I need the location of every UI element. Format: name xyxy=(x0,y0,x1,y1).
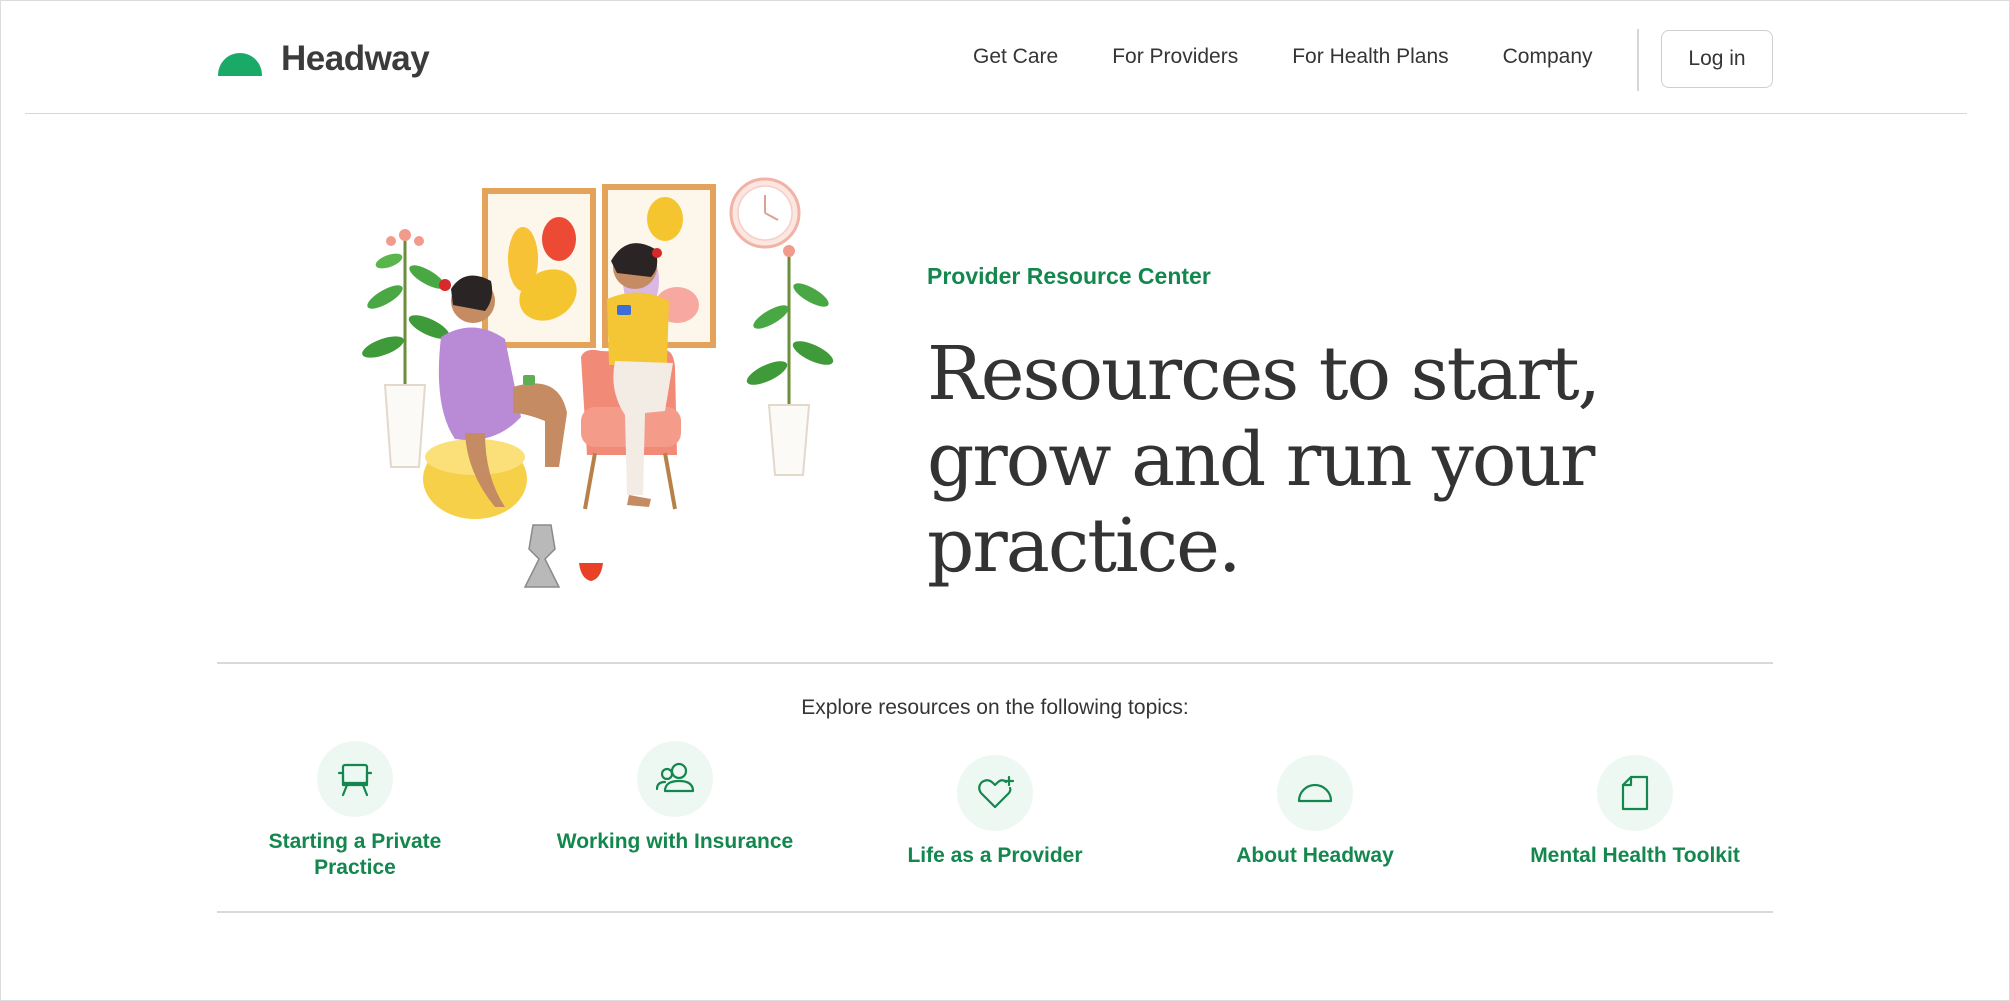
headway-logo-icon xyxy=(218,53,262,76)
nav-for-providers[interactable]: For Providers xyxy=(1112,45,1238,69)
document-icon xyxy=(1621,775,1649,811)
page-title: Resources to start, grow and run your pr… xyxy=(927,331,1601,589)
topics-heading: Explore resources on the following topic… xyxy=(801,696,1189,719)
headway-logo[interactable]: Headway xyxy=(217,39,430,79)
page: Headway Get Care For Providers For Healt… xyxy=(0,0,2010,1001)
nav-divider xyxy=(1637,29,1639,91)
topic-label: Life as a Provider xyxy=(907,844,1083,867)
login-button[interactable]: Log in xyxy=(1661,30,1773,88)
main-nav: Get Care For Providers For Health Plans … xyxy=(973,1,1647,113)
topic-mental-health-toolkit[interactable]: Mental Health Toolkit xyxy=(1515,755,1755,869)
armchair-icon xyxy=(337,763,373,797)
topic-label: Working with Insurance xyxy=(556,830,794,853)
right-plant xyxy=(746,245,834,476)
topic-label: About Headway xyxy=(1236,844,1394,867)
headway-dome-icon xyxy=(1297,783,1333,803)
armchair-icon-badge xyxy=(317,741,393,817)
people-icon xyxy=(655,762,695,793)
topic-working-with-insurance[interactable]: Working with Insurance xyxy=(555,741,795,855)
two-women-drinking-coffee-illustration xyxy=(362,177,834,588)
coffee-cup xyxy=(579,563,603,581)
topic-life-as-a-provider[interactable]: Life as a Provider xyxy=(875,755,1115,869)
provider-resource-center-eyebrow: Provider Resource Center xyxy=(927,263,1211,289)
topic-starting-private-practice[interactable]: Starting a Private Practice xyxy=(235,741,475,881)
nav-get-care[interactable]: Get Care xyxy=(973,45,1058,69)
moka-pot xyxy=(523,524,561,588)
wall-clock xyxy=(729,177,801,249)
site-header: Headway Get Care For Providers For Healt… xyxy=(25,1,1967,114)
people-icon-badge xyxy=(637,741,713,817)
heart-sparkle-icon-badge xyxy=(957,755,1033,831)
logo-text: Headway xyxy=(281,39,430,78)
heart-sparkle-icon xyxy=(978,775,1015,809)
topics-list: Starting a Private Practice Working with… xyxy=(217,741,1773,891)
section-divider-bottom xyxy=(217,911,1773,913)
headway-dome-icon-badge xyxy=(1277,755,1353,831)
section-divider-top xyxy=(217,662,1773,664)
left-plant xyxy=(362,229,450,468)
topic-label: Mental Health Toolkit xyxy=(1530,844,1740,867)
document-icon-badge xyxy=(1597,755,1673,831)
nav-for-health-plans[interactable]: For Health Plans xyxy=(1292,45,1448,69)
topic-about-headway[interactable]: About Headway xyxy=(1195,755,1435,869)
topic-label: Starting a Private Practice xyxy=(268,830,442,879)
nav-company[interactable]: Company xyxy=(1503,45,1593,69)
